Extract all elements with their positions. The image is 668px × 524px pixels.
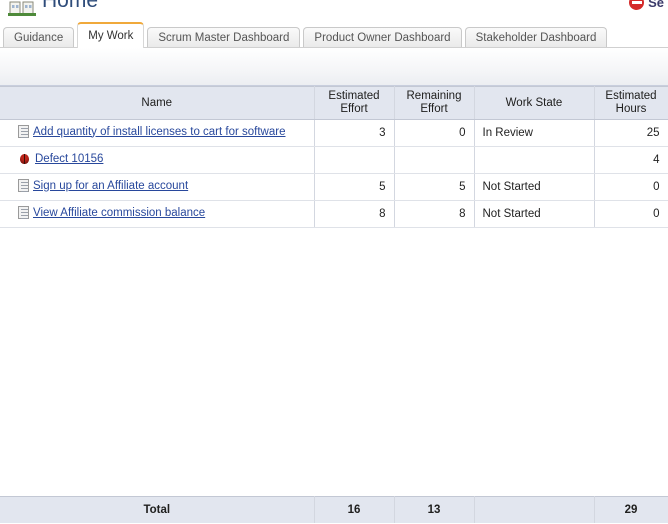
table-row: Sign up for an Affiliate account 5 5 Not…	[0, 174, 668, 201]
cell-name: Defect 10156	[0, 147, 314, 174]
cell-work-state: Not Started	[474, 201, 594, 228]
table-header-row: Name Estimated Effort Remaining Effort W…	[0, 87, 668, 120]
page-root: Home Se Guidance My Work Scrum Master Da…	[0, 0, 668, 524]
work-items-table: Name Estimated Effort Remaining Effort W…	[0, 86, 668, 228]
work-item-link[interactable]: Sign up for an Affiliate account	[18, 179, 188, 192]
table-row: Add quantity of install licenses to cart…	[0, 120, 668, 147]
work-item-name: Add quantity of install licenses to cart…	[33, 126, 285, 138]
cell-estimated-effort: 3	[314, 120, 394, 147]
work-item-name: Defect 10156	[35, 153, 103, 165]
cell-work-state	[474, 147, 594, 174]
cell-remaining-effort: 5	[394, 174, 474, 201]
table-row: View Affiliate commission balance 8 8 No…	[0, 201, 668, 228]
column-header-work-state[interactable]: Work State	[474, 87, 594, 120]
cell-estimated-hours: 4	[594, 147, 668, 174]
cell-estimated-effort: 8	[314, 201, 394, 228]
work-item-name: Sign up for an Affiliate account	[33, 180, 188, 192]
total-label: Total	[0, 497, 314, 523]
total-estimated-effort: 16	[314, 497, 394, 523]
column-header-remaining-effort[interactable]: Remaining Effort	[394, 87, 474, 120]
tab-stakeholder-dashboard[interactable]: Stakeholder Dashboard	[465, 27, 608, 48]
tab-scrum-master-dashboard[interactable]: Scrum Master Dashboard	[147, 27, 300, 48]
tab-product-owner-dashboard[interactable]: Product Owner Dashboard	[303, 27, 461, 48]
column-header-name[interactable]: Name	[0, 87, 314, 120]
table-row: Defect 10156 4	[0, 147, 668, 174]
cell-estimated-hours: 0	[594, 174, 668, 201]
cell-name: Sign up for an Affiliate account	[0, 174, 314, 201]
total-row: Total 16 13 29	[0, 497, 668, 523]
cell-name: Add quantity of install licenses to cart…	[0, 120, 314, 147]
totals-row: Total 16 13 29	[0, 496, 668, 523]
table-header: Name Estimated Effort Remaining Effort W…	[0, 87, 668, 120]
document-icon	[18, 125, 29, 138]
content-toolbar-band	[0, 48, 668, 86]
tab-guidance[interactable]: Guidance	[3, 27, 74, 48]
work-item-link[interactable]: View Affiliate commission balance	[18, 206, 205, 219]
column-header-estimated-effort[interactable]: Estimated Effort	[314, 87, 394, 120]
cell-estimated-effort: 5	[314, 174, 394, 201]
tab-my-work[interactable]: My Work	[77, 22, 144, 48]
cell-work-state: Not Started	[474, 174, 594, 201]
total-estimated-hours: 29	[594, 497, 668, 523]
document-icon	[18, 179, 29, 192]
column-header-estimated-hours[interactable]: Estimated Hours	[594, 87, 668, 120]
cell-remaining-effort: 8	[394, 201, 474, 228]
header-tool-label[interactable]: Se	[648, 0, 664, 10]
cell-estimated-hours: 25	[594, 120, 668, 147]
bug-icon	[18, 153, 31, 165]
work-item-name: View Affiliate commission balance	[33, 207, 205, 219]
total-remaining-effort: 13	[394, 497, 474, 523]
cell-remaining-effort: 0	[394, 120, 474, 147]
cell-remaining-effort	[394, 147, 474, 174]
page-title: Home	[42, 0, 98, 13]
cell-estimated-hours: 0	[594, 201, 668, 228]
no-entry-icon[interactable]	[629, 0, 644, 10]
page-header: Home Se	[0, 0, 668, 18]
work-item-link[interactable]: Add quantity of install licenses to cart…	[18, 125, 285, 138]
tab-list: Guidance My Work Scrum Master Dashboard …	[3, 18, 610, 48]
tab-strip: Guidance My Work Scrum Master Dashboard …	[0, 18, 668, 48]
total-work-state	[474, 497, 594, 523]
work-item-link[interactable]: Defect 10156	[18, 153, 103, 165]
cell-work-state: In Review	[474, 120, 594, 147]
cell-estimated-effort	[314, 147, 394, 174]
table-body: Add quantity of install licenses to cart…	[0, 120, 668, 228]
home-icon	[8, 0, 36, 16]
document-icon	[18, 206, 29, 219]
header-tools: Se	[629, 0, 664, 13]
cell-name: View Affiliate commission balance	[0, 201, 314, 228]
